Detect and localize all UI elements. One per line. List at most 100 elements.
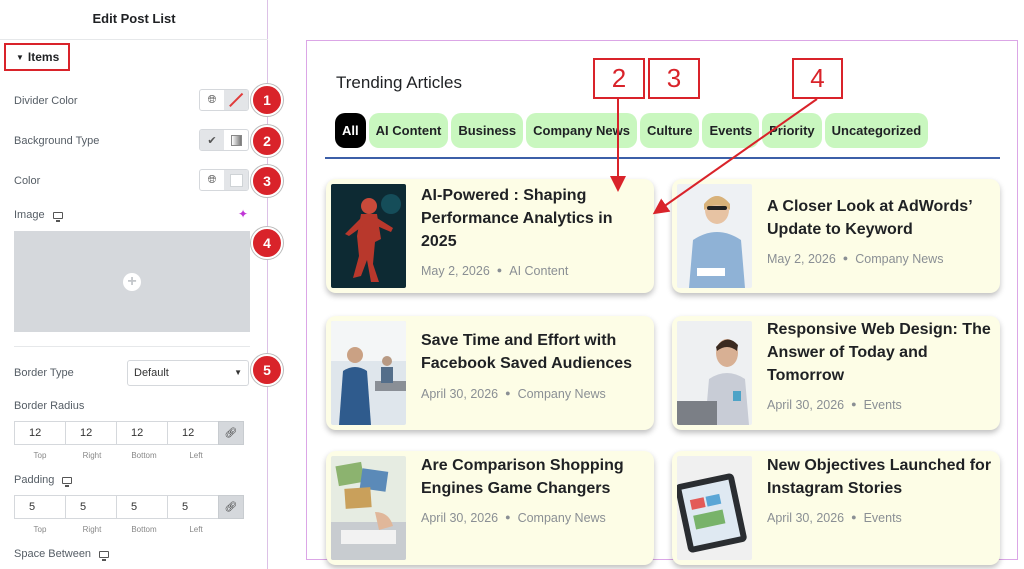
callout-badge-2: 2 — [251, 125, 283, 157]
space-between-label: Space Between — [14, 548, 92, 560]
border-radius-label: Border Radius — [14, 400, 85, 412]
post-thumbnail — [331, 184, 406, 288]
border-type-value: Default — [134, 367, 169, 379]
tab-company-news[interactable]: Company News — [526, 113, 637, 148]
brush-icon[interactable]: ✔ — [200, 130, 224, 150]
post-category[interactable]: Company News — [518, 387, 606, 401]
tab-business[interactable]: Business — [451, 113, 524, 148]
post-title[interactable]: Responsive Web Design: The Answer of Tod… — [767, 318, 992, 387]
annotation-box-3: 3 — [648, 58, 700, 99]
post-date: April 30, 2026 — [421, 511, 499, 525]
dot-separator: ● — [505, 512, 511, 522]
callout-badge-3: 3 — [251, 165, 283, 197]
post-thumbnail — [677, 456, 752, 560]
dim-label-top: Top — [33, 525, 47, 534]
padding-label: Padding — [14, 474, 55, 486]
post-category[interactable]: Company News — [518, 511, 606, 525]
padding-left[interactable]: 5 — [167, 495, 219, 519]
border-type-select[interactable]: Default ▼ — [127, 360, 249, 386]
link-values-icon[interactable]: 🔗︎ — [218, 495, 244, 519]
border-type-label: Border Type — [14, 367, 74, 379]
items-section-label: Items — [27, 50, 60, 64]
post-card[interactable]: Are Comparison Shopping Engines Game Cha… — [326, 451, 654, 565]
color-control[interactable]: 🌐︎ — [199, 169, 249, 191]
annotation-box-4: 4 — [792, 58, 843, 99]
items-section-toggle[interactable]: ▼ Items — [4, 43, 70, 71]
gradient-icon[interactable] — [224, 130, 248, 150]
post-category[interactable]: AI Content — [509, 264, 568, 278]
divider-color-swatch[interactable] — [224, 90, 248, 110]
link-values-icon[interactable]: 🔗︎ — [218, 421, 244, 445]
post-title[interactable]: AI-Powered : Shaping Performance Analyti… — [421, 184, 646, 253]
post-title[interactable]: A Closer Look at AdWords’ Update to Keyw… — [767, 195, 992, 241]
post-thumbnail — [331, 456, 406, 560]
post-card[interactable]: A Closer Look at AdWords’ Update to Keyw… — [672, 179, 1000, 293]
dim-label-top: Top — [33, 451, 47, 460]
border-radius-top[interactable]: 12 — [14, 421, 66, 445]
editor-panel: Edit Post List ▼ Items Divider Color 🌐︎ B… — [0, 0, 268, 569]
post-category[interactable]: Events — [864, 511, 902, 525]
dot-separator: ● — [496, 265, 503, 275]
tab-all[interactable]: All — [335, 113, 366, 148]
post-date: April 30, 2026 — [767, 511, 845, 525]
post-meta: April 30, 2026 ● Events — [767, 398, 902, 412]
globe-icon[interactable]: 🌐︎ — [200, 90, 224, 110]
post-card[interactable]: Responsive Web Design: The Answer of Tod… — [672, 316, 1000, 430]
border-radius-right[interactable]: 12 — [65, 421, 117, 445]
tab-culture[interactable]: Culture — [639, 113, 700, 148]
background-type-control[interactable]: ✔ — [199, 129, 249, 151]
ai-sparkle-icon[interactable]: ✦ — [238, 207, 248, 221]
post-list-preview: Trending Articles All AI Content Busines… — [306, 40, 1018, 565]
globe-icon[interactable]: 🌐︎ — [200, 170, 224, 190]
dim-label-left: Left — [189, 525, 203, 534]
dot-separator: ● — [505, 388, 511, 398]
padding-right[interactable]: 5 — [65, 495, 117, 519]
post-title[interactable]: Are Comparison Shopping Engines Game Cha… — [421, 454, 646, 500]
plus-icon[interactable]: + — [123, 273, 141, 291]
post-card[interactable]: New Objectives Launched for Instagram St… — [672, 451, 1000, 565]
color-label: Color — [14, 175, 41, 187]
color-swatch[interactable] — [224, 170, 248, 190]
post-category[interactable]: Company News — [855, 252, 943, 266]
dim-label-right: Right — [82, 525, 102, 534]
tab-ai-content[interactable]: AI Content — [368, 113, 449, 148]
tab-events[interactable]: Events — [702, 113, 760, 148]
tab-priority[interactable]: Priority — [762, 113, 822, 148]
padding-inputs: 5 5 5 5 🔗︎ — [14, 495, 244, 519]
dim-label-bottom: Bottom — [131, 451, 157, 460]
border-radius-sublabels: Top Right Bottom Left — [14, 451, 222, 460]
padding-bottom[interactable]: 5 — [116, 495, 168, 519]
post-meta: May 2, 2026 ● AI Content — [421, 264, 568, 278]
post-thumbnail — [331, 321, 406, 425]
post-date: April 30, 2026 — [767, 398, 845, 412]
border-radius-left[interactable]: 12 — [167, 421, 219, 445]
image-label: Image — [14, 209, 45, 221]
caret-down-icon: ▼ — [16, 53, 24, 62]
padding-top[interactable]: 5 — [14, 495, 66, 519]
post-card[interactable]: Save Time and Effort with Facebook Saved… — [326, 316, 654, 430]
desktop-icon[interactable] — [62, 476, 73, 487]
background-type-label: Background Type — [14, 135, 100, 147]
divider-color-control[interactable]: 🌐︎ — [199, 89, 249, 111]
post-date: May 2, 2026 — [767, 252, 836, 266]
padding-sublabels: Top Right Bottom Left — [14, 525, 222, 534]
post-category[interactable]: Events — [864, 398, 902, 412]
callout-badge-5: 5 — [251, 354, 283, 386]
desktop-icon[interactable] — [99, 550, 110, 561]
post-meta: April 30, 2026 ● Company News — [421, 387, 606, 401]
desktop-icon[interactable] — [52, 211, 63, 222]
divider-color-label: Divider Color — [14, 95, 78, 107]
border-radius-bottom[interactable]: 12 — [116, 421, 168, 445]
space-between-label-row: Space Between — [14, 548, 110, 561]
panel-title: Edit Post List — [0, 0, 268, 40]
annotation-box-2: 2 — [593, 58, 645, 99]
post-title[interactable]: New Objectives Launched for Instagram St… — [767, 454, 992, 500]
dim-label-bottom: Bottom — [131, 525, 157, 534]
tab-uncategorized[interactable]: Uncategorized — [824, 113, 929, 148]
post-card[interactable]: AI-Powered : Shaping Performance Analyti… — [326, 179, 654, 293]
post-title[interactable]: Save Time and Effort with Facebook Saved… — [421, 329, 646, 375]
category-tabs: All AI Content Business Company News Cul… — [335, 113, 929, 148]
post-thumbnail — [677, 184, 752, 288]
divider — [14, 346, 250, 347]
image-picker[interactable]: + — [14, 231, 250, 332]
